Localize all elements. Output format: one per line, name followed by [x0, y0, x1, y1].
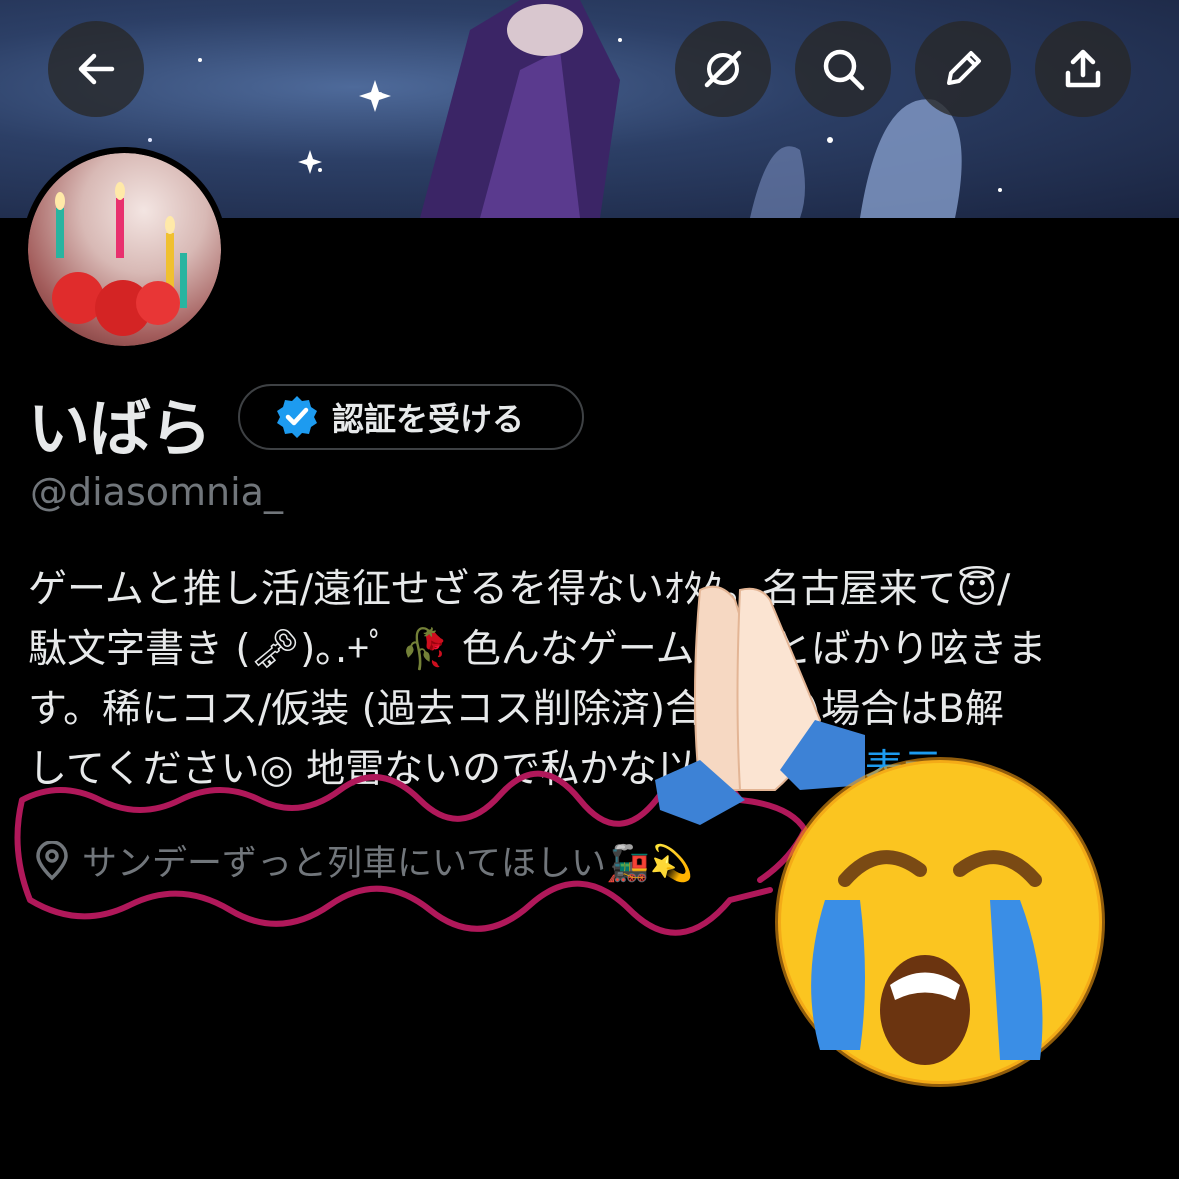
search-icon	[823, 49, 865, 91]
edit-button[interactable]	[915, 21, 1011, 117]
get-verified-button[interactable]: 認証を受ける	[238, 384, 584, 450]
location-text: サンデーずっと列車にいてほしい🚂💫	[82, 844, 694, 884]
bio-line: ゲームと推し活/遠征せざるを得ないｵﾀｸ。名古屋来て😇/	[28, 567, 1011, 612]
display-name: いばら	[28, 392, 212, 465]
grok-button[interactable]	[675, 21, 771, 117]
bio-line: 駄文字書き (🗝)｡.+ﾟ 🥀 色んなゲームのことばかり呟きま	[28, 627, 1047, 672]
profile-location: サンデーずっと列車にいてほしい🚂💫	[34, 835, 693, 886]
bio-line-text: してください◎ 地雷ないので私かな以外	[28, 747, 736, 792]
bio-line: す。稀にコス/仮装 (過去コス削除済)合わない場合はB解	[28, 687, 1004, 732]
arrow-left-icon	[78, 53, 115, 85]
grok-icon	[704, 50, 742, 88]
show-more-link[interactable]: さらに表示	[748, 747, 943, 792]
avatar[interactable]	[22, 147, 227, 352]
bio-line: してください◎ 地雷ないので私かな以外 さらに表示	[28, 740, 1143, 800]
profile-bio: ゲームと推し活/遠征せざるを得ないｵﾀｸ。名古屋来て😇/ 駄文字書き (🗝)｡.…	[28, 560, 1143, 800]
verified-badge-icon	[277, 396, 317, 438]
share-icon	[1065, 49, 1101, 88]
loudly-crying-face-emoji	[775, 757, 1105, 1087]
edit-icon	[947, 51, 981, 85]
share-button[interactable]	[1035, 21, 1131, 117]
avatar-birthday-cake-image	[52, 182, 187, 336]
location-pin-icon	[36, 840, 68, 880]
back-button[interactable]	[48, 21, 144, 117]
get-verified-label: 認証を受ける	[332, 400, 525, 438]
search-button[interactable]	[795, 21, 891, 117]
username-handle: @diasomnia_	[30, 470, 283, 514]
